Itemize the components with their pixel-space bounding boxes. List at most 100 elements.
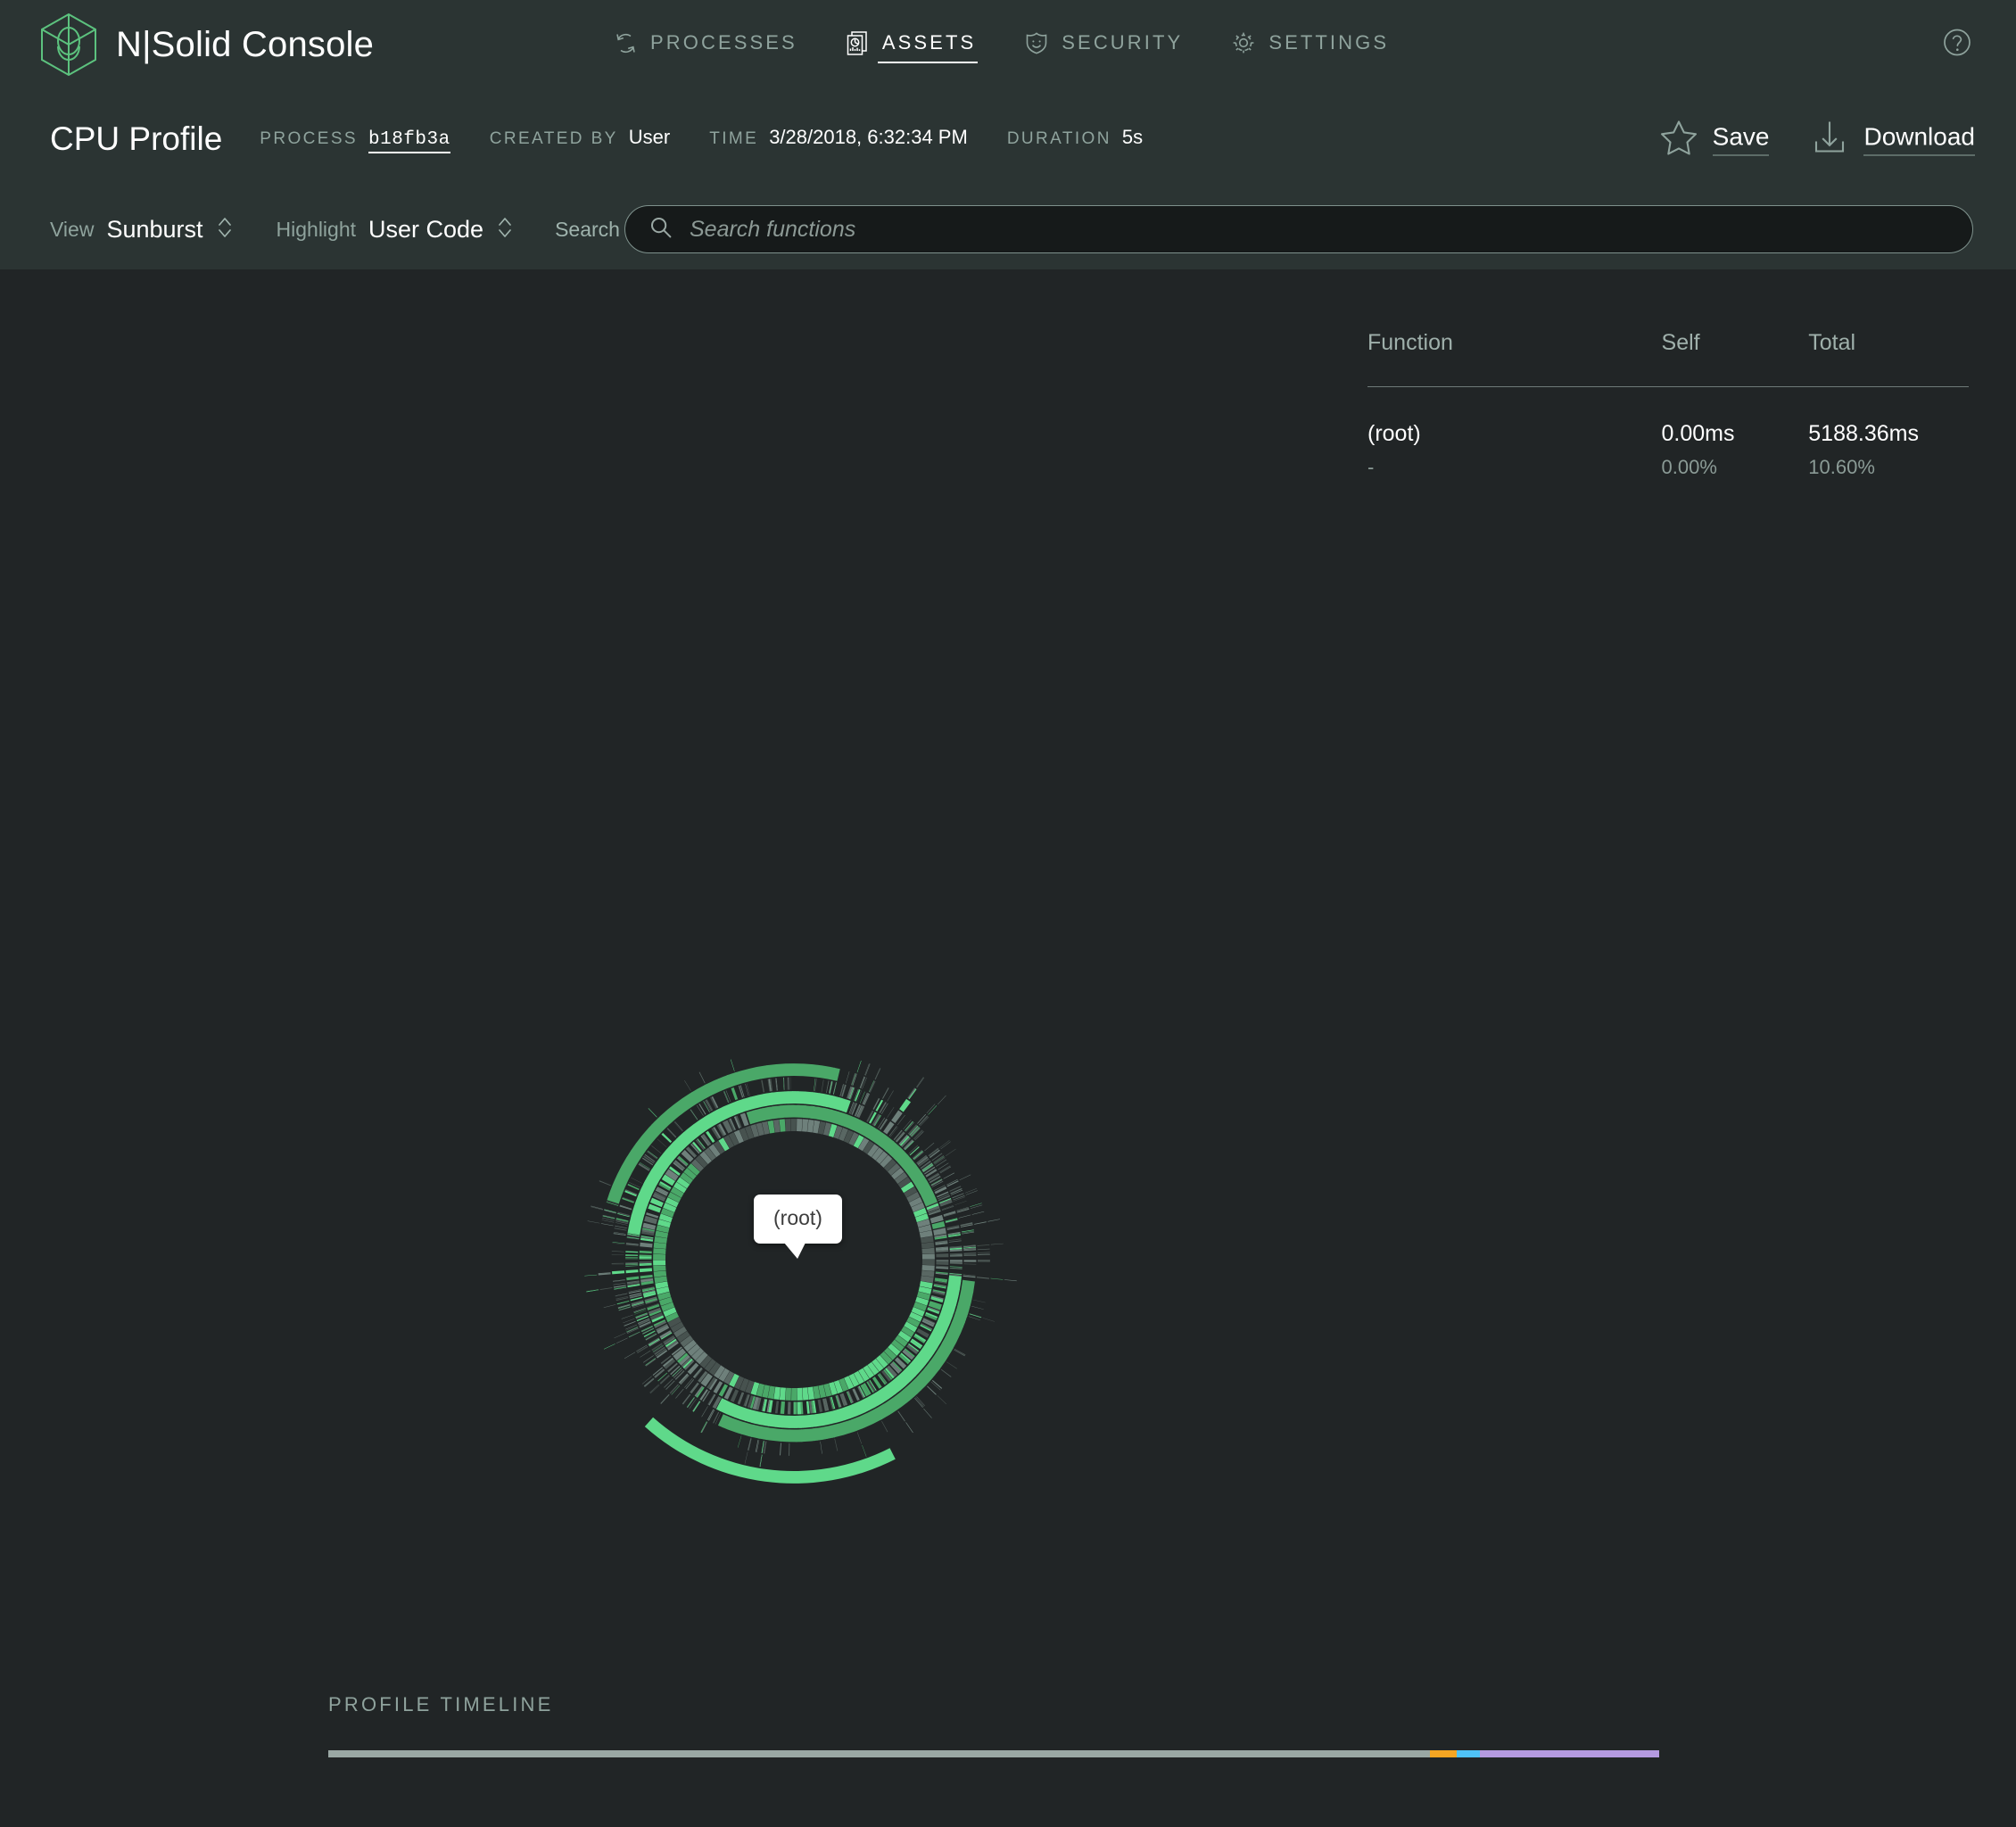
sunburst-arc[interactable] <box>586 1289 599 1293</box>
sunburst-arc[interactable] <box>780 1443 781 1456</box>
sunburst-arc[interactable] <box>690 1109 698 1120</box>
sunburst-arc[interactable] <box>899 1098 912 1112</box>
column-header-self[interactable]: Self <box>1662 330 1809 356</box>
sunburst-arc[interactable] <box>943 1172 954 1179</box>
sunburst-arc[interactable] <box>657 1138 667 1148</box>
sunburst-arc[interactable] <box>653 1260 666 1266</box>
sunburst-arc[interactable] <box>927 1385 937 1395</box>
sunburst-arc[interactable] <box>802 1119 809 1132</box>
sunburst-arc[interactable] <box>920 1117 930 1127</box>
sunburst-arc[interactable] <box>834 1438 839 1451</box>
sunburst-arc[interactable] <box>690 1109 698 1120</box>
sunburst-arc[interactable] <box>682 1394 691 1405</box>
sunburst-arc[interactable] <box>977 1254 990 1255</box>
sunburst-arc[interactable] <box>624 1352 636 1359</box>
sunburst-svg[interactable] <box>0 269 1338 1608</box>
sunburst-arc[interactable] <box>701 1421 708 1434</box>
sunburst-arc[interactable] <box>648 1338 660 1346</box>
sunburst-chart[interactable] <box>0 269 1338 1608</box>
sunburst-arc[interactable] <box>779 1119 786 1132</box>
sunburst-arc[interactable] <box>868 1080 874 1093</box>
sunburst-arc[interactable] <box>603 1343 616 1350</box>
chevron-updown-icon[interactable] <box>496 214 514 245</box>
sunburst-arc[interactable] <box>794 1401 797 1415</box>
sunburst-arc[interactable] <box>977 1252 990 1253</box>
sunburst-arc[interactable] <box>969 1313 982 1318</box>
sunburst-arc[interactable] <box>639 1162 650 1170</box>
sunburst-arc[interactable] <box>922 1163 933 1172</box>
sunburst-arc[interactable] <box>591 1205 603 1210</box>
sunburst-arc[interactable] <box>793 1401 795 1415</box>
sunburst-arc[interactable] <box>875 1068 881 1080</box>
sunburst-arc[interactable] <box>644 1378 655 1387</box>
sunburst-arc[interactable] <box>916 1077 924 1087</box>
sunburst-arc[interactable] <box>615 1293 628 1296</box>
sunburst-arc[interactable] <box>949 1260 963 1262</box>
sunburst-arc[interactable] <box>921 1247 935 1254</box>
sunburst-arc[interactable] <box>631 1177 642 1184</box>
sunburst-arc[interactable] <box>942 1206 954 1211</box>
sunburst-arc[interactable] <box>940 1141 951 1150</box>
sunburst-arc[interactable] <box>949 1186 962 1192</box>
column-header-function[interactable]: Function <box>1367 330 1662 356</box>
sunburst-arc[interactable] <box>713 1411 719 1424</box>
sunburst-arc[interactable] <box>859 1076 865 1088</box>
process-id-link[interactable]: b18fb3a <box>368 129 450 153</box>
sunburst-arc[interactable] <box>940 1369 952 1377</box>
sunburst-arc[interactable] <box>921 1260 935 1266</box>
sunburst-arc[interactable] <box>639 1250 652 1254</box>
sunburst-arc[interactable] <box>625 1262 639 1264</box>
sunburst-arc[interactable] <box>862 1444 867 1458</box>
timeline-segment[interactable] <box>1457 1750 1480 1757</box>
sunburst-arc[interactable] <box>954 1348 966 1355</box>
sunburst-arc[interactable] <box>637 1345 649 1353</box>
sunburst-arc[interactable] <box>625 1251 639 1253</box>
brand[interactable]: N|Solid Console <box>39 12 374 77</box>
search-box[interactable] <box>624 205 1973 253</box>
sunburst-arc[interactable] <box>649 1384 659 1393</box>
sunburst-arc[interactable] <box>787 1401 791 1415</box>
sunburst-arc[interactable] <box>639 1256 652 1259</box>
sunburst-arc[interactable] <box>696 1104 704 1116</box>
sunburst-arc[interactable] <box>707 1409 715 1421</box>
sunburst-arc[interactable] <box>643 1155 655 1163</box>
sunburst-arc[interactable] <box>907 1087 916 1099</box>
sunburst-arc[interactable] <box>660 1394 670 1404</box>
sunburst-arc[interactable] <box>680 1374 690 1385</box>
sunburst-arc[interactable] <box>642 1328 655 1335</box>
sunburst-arc[interactable] <box>626 1276 640 1281</box>
sunburst-arc[interactable] <box>640 1274 653 1279</box>
sunburst-arc[interactable] <box>698 1104 706 1115</box>
sunburst-arc[interactable] <box>970 1204 983 1209</box>
sunburst-arc[interactable] <box>660 1394 670 1404</box>
sunburst-arc[interactable] <box>785 1119 791 1132</box>
sunburst-arc[interactable] <box>633 1308 646 1312</box>
sunburst-arc[interactable] <box>690 1109 698 1120</box>
sunburst-arc[interactable] <box>891 1110 903 1124</box>
sunburst-arc[interactable] <box>675 1388 684 1399</box>
sunburst-arc[interactable] <box>791 1387 797 1401</box>
sunburst-arc[interactable] <box>915 1397 924 1407</box>
sunburst-arc[interactable] <box>797 1387 803 1401</box>
sunburst-arc[interactable] <box>707 1393 715 1405</box>
sunburst-arc[interactable] <box>963 1260 977 1262</box>
sunburst-arc[interactable] <box>977 1260 990 1261</box>
sunburst-arc[interactable] <box>982 1318 996 1322</box>
sunburst-arc[interactable] <box>639 1268 653 1273</box>
sunburst-arc[interactable] <box>738 1086 743 1098</box>
sunburst-arc[interactable] <box>941 1205 954 1210</box>
sunburst-arc[interactable] <box>820 1441 822 1454</box>
sunburst-arc[interactable] <box>684 1079 691 1092</box>
sunburst-arc[interactable] <box>790 1119 797 1132</box>
nav-item-security[interactable]: SECURITY <box>1022 25 1185 64</box>
sunburst-arc[interactable] <box>701 1406 708 1418</box>
sunburst-arc[interactable] <box>723 1091 729 1104</box>
sunburst-arc[interactable] <box>832 1082 837 1095</box>
sunburst-arc[interactable] <box>616 1301 630 1305</box>
sunburst-arc[interactable] <box>785 1387 791 1401</box>
sunburst-arc[interactable] <box>863 1093 870 1105</box>
sunburst-arc[interactable] <box>971 1211 985 1215</box>
sunburst-arc[interactable] <box>651 1145 662 1154</box>
sunburst-arc[interactable] <box>826 1080 830 1094</box>
sunburst-arc[interactable] <box>616 1337 628 1343</box>
